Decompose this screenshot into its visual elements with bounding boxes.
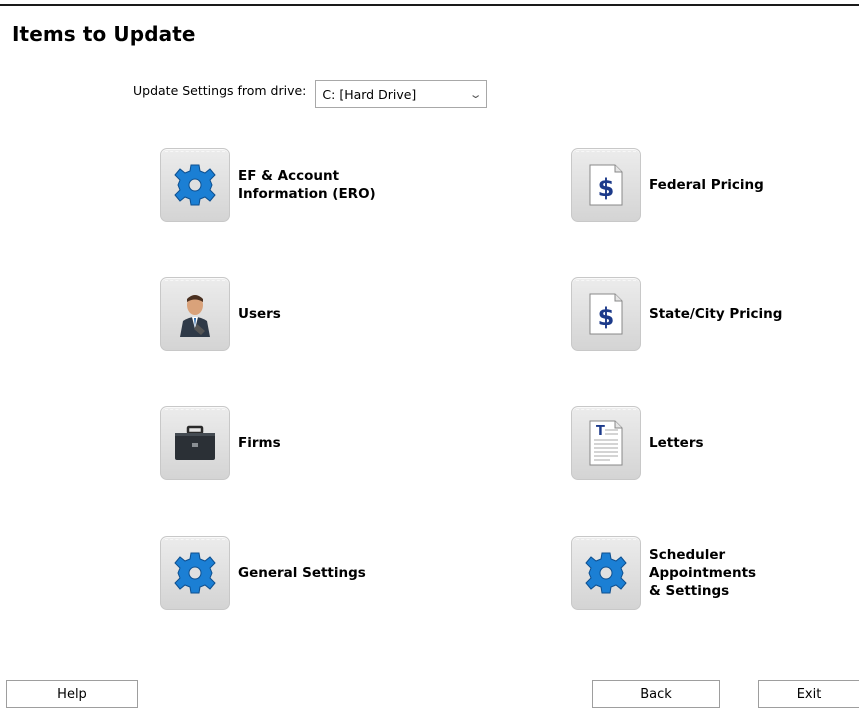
general-settings-tile[interactable] (160, 536, 230, 610)
letters-tile[interactable]: T (571, 406, 641, 480)
item-users[interactable]: Users (160, 277, 281, 351)
user-icon (180, 295, 210, 337)
scheduler-settings-tile[interactable] (571, 536, 641, 610)
item-label: Scheduler Appointments & Settings (649, 546, 757, 600)
ef-account-tile[interactable] (160, 148, 230, 222)
drive-select[interactable]: C: [Hard Drive] ⌄ (315, 80, 488, 108)
item-firms[interactable]: Firms (160, 406, 281, 480)
gear-icon (585, 552, 627, 594)
briefcase-icon (175, 425, 215, 460)
firms-tile[interactable] (160, 406, 230, 480)
chevron-down-icon: ⌄ (468, 87, 483, 101)
drive-selector-row: Update Settings from drive: C: [Hard Dri… (133, 80, 488, 108)
drive-label: Update Settings from drive: (133, 82, 307, 98)
top-divider (0, 4, 859, 6)
drive-select-value: C: [Hard Drive] (322, 86, 417, 102)
help-button[interactable]: Help (6, 680, 138, 708)
item-label: Users (238, 305, 281, 322)
state-city-pricing-tile[interactable]: $ (571, 277, 641, 351)
item-letters[interactable]: T Letters (571, 406, 704, 480)
gear-icon (174, 164, 216, 206)
item-federal-pricing[interactable]: $ Federal Pricing (571, 148, 764, 222)
svg-text:$: $ (598, 174, 615, 202)
svg-text:T: T (596, 424, 605, 439)
exit-button[interactable]: Exit (758, 680, 859, 708)
gear-icon (174, 552, 216, 594)
item-label: General Settings (238, 564, 366, 581)
dollar-document-icon: $ (589, 293, 623, 335)
item-ef-account-info[interactable]: EF & Account Information (ERO) (160, 148, 376, 222)
svg-text:$: $ (598, 303, 615, 331)
item-state-city-pricing[interactable]: $ State/City Pricing (571, 277, 782, 351)
users-tile[interactable] (160, 277, 230, 351)
item-label: Federal Pricing (649, 176, 764, 193)
page-title: Items to Update (12, 22, 196, 46)
item-general-settings[interactable]: General Settings (160, 536, 366, 610)
item-label: Firms (238, 434, 281, 451)
item-label: Letters (649, 434, 704, 451)
item-scheduler-settings[interactable]: Scheduler Appointments & Settings (571, 536, 756, 610)
letter-document-icon: T (589, 420, 623, 466)
item-label: EF & Account Information (ERO) (238, 167, 376, 202)
back-button[interactable]: Back (592, 680, 720, 708)
item-label: State/City Pricing (649, 305, 783, 322)
dollar-document-icon: $ (589, 164, 623, 206)
federal-pricing-tile[interactable]: $ (571, 148, 641, 222)
items-to-update-page: Items to Update Update Settings from dri… (0, 0, 859, 710)
